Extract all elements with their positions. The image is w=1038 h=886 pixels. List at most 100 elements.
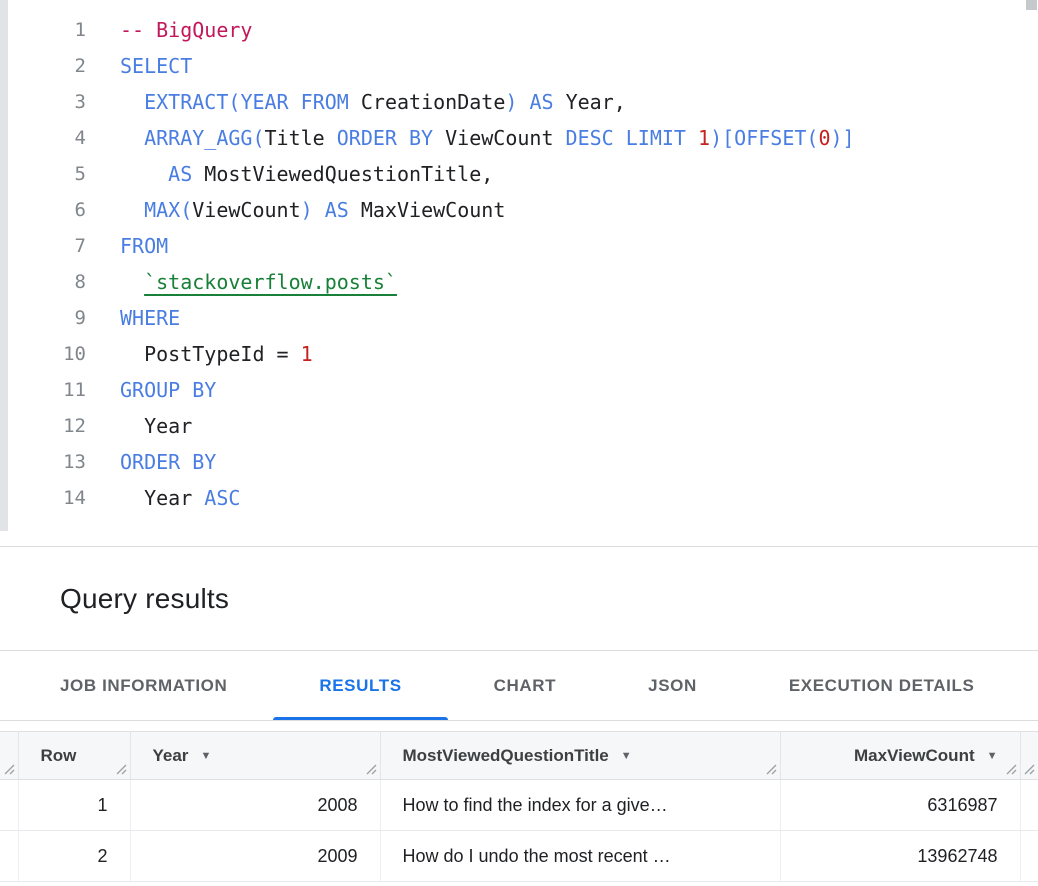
line-number: 9 — [0, 300, 86, 336]
code-line[interactable]: 14 Year ASC — [0, 480, 1038, 516]
code-line[interactable]: 7FROM — [0, 228, 1038, 264]
code-text: MAX(ViewCount) AS MaxViewCount — [86, 192, 505, 228]
code-line[interactable]: 5 AS MostViewedQuestionTitle, — [0, 156, 1038, 192]
code-text: Year ASC — [86, 480, 240, 516]
token-tableref: `stackoverflow.posts` — [144, 270, 397, 294]
code-line[interactable]: 3 EXTRACT(YEAR FROM CreationDate) AS Yea… — [0, 84, 1038, 120]
token-plain — [289, 90, 301, 114]
code-line[interactable]: 4 ARRAY_AGG(Title ORDER BY ViewCount DES… — [0, 120, 1038, 156]
token-plain: ViewCount — [192, 198, 300, 222]
token-kw: WHERE — [120, 306, 180, 330]
sql-editor[interactable]: 1-- BigQuery2SELECT3 EXTRACT(YEAR FROM C… — [0, 0, 1038, 547]
column-header-mostviewedquestiontitle[interactable]: MostViewedQuestionTitle▼ — [380, 732, 780, 780]
code-line[interactable]: 9 WHERE — [0, 300, 1038, 336]
code-text: SELECT — [86, 48, 192, 84]
column-header-year[interactable]: Year ▼ — [130, 732, 380, 780]
cell-row: 2 — [18, 831, 130, 882]
column-menu-arrow-icon[interactable]: ▼ — [621, 750, 632, 762]
code-line[interactable]: 2 SELECT — [0, 48, 1038, 84]
token-kw: ( — [180, 198, 192, 222]
table-header-row: RowYear▼MostViewedQuestionTitle▼MaxViewC… — [0, 732, 1038, 780]
code-text: EXTRACT(YEAR FROM CreationDate) AS Year, — [86, 84, 626, 120]
tab-json[interactable]: JSON — [602, 651, 743, 720]
query-results-title: Query results — [60, 583, 229, 615]
token-kw: ) — [301, 198, 313, 222]
tab-results[interactable]: RESULTS — [273, 651, 447, 720]
row-overflow-cell — [1020, 831, 1038, 882]
code-text: -- BigQuery — [86, 12, 252, 48]
column-header-maxviewcount[interactable]: MaxViewCount▼ — [780, 732, 1020, 780]
cell-year: 2009 — [130, 831, 380, 882]
cell-year: 2008 — [130, 780, 380, 831]
token-plain: MaxViewCount — [349, 198, 506, 222]
table-row[interactable]: 12008How to find the index for a give…63… — [0, 780, 1038, 831]
cell-max-view-count: 6316987 — [780, 780, 1020, 831]
token-kw: )] — [831, 126, 855, 150]
results-table-wrap: RowYear▼MostViewedQuestionTitle▼MaxViewC… — [0, 731, 1038, 882]
token-kw: SELECT — [120, 54, 192, 78]
token-kw: EXTRACT — [144, 90, 228, 114]
token-plain: Year — [120, 486, 204, 510]
token-plain: Year, — [554, 90, 626, 114]
column-menu-arrow-icon[interactable]: ▼ — [200, 750, 211, 762]
token-kw: ) — [505, 90, 517, 114]
code-text: Year — [86, 408, 192, 444]
token-kw: ORDER BY — [337, 126, 433, 150]
code-line[interactable]: 13ORDER BY — [0, 444, 1038, 480]
line-number: 2 — [0, 48, 86, 84]
code-line[interactable]: 1-- BigQuery — [0, 12, 1038, 48]
cell-max-view-count: 13962748 — [780, 831, 1020, 882]
code-line[interactable]: 11 GROUP BY — [0, 372, 1038, 408]
column-resize-handle-icon[interactable] — [366, 764, 377, 775]
code-text: ORDER BY — [86, 444, 216, 480]
token-plain — [517, 90, 529, 114]
column-resize-handle-icon[interactable] — [4, 764, 15, 775]
cell-title: How to find the index for a give… — [380, 780, 780, 831]
code-text: AS MostViewedQuestionTitle, — [86, 156, 493, 192]
token-kw: GROUP BY — [120, 378, 216, 402]
editor-left-gutter-strip — [0, 0, 8, 531]
token-kw: )[ — [710, 126, 734, 150]
table-row[interactable]: 22009How do I undo the most recent …1396… — [0, 831, 1038, 882]
code-line[interactable]: 6 MAX(ViewCount) AS MaxViewCount — [0, 192, 1038, 228]
row-overflow-cell — [1020, 780, 1038, 831]
editor-scrollbar-thumb[interactable] — [1026, 0, 1037, 10]
token-kw: ( — [806, 126, 818, 150]
token-kw: ARRAY_AGG — [144, 126, 252, 150]
code-line[interactable]: 8 `stackoverflow.posts` — [0, 264, 1038, 300]
token-kw: ( — [252, 126, 264, 150]
tab-execution-details[interactable]: EXECUTION DETAILS — [743, 651, 1021, 720]
token-plain — [686, 126, 698, 150]
token-plain — [120, 198, 144, 222]
token-kw: DESC — [566, 126, 614, 150]
code-lines: 1-- BigQuery2SELECT3 EXTRACT(YEAR FROM C… — [0, 12, 1038, 516]
column-resize-handle-icon[interactable] — [766, 764, 777, 775]
column-header-row[interactable]: Row — [18, 732, 130, 780]
token-kw: AS — [325, 198, 349, 222]
results-table-head: RowYear▼MostViewedQuestionTitle▼MaxViewC… — [0, 732, 1038, 780]
column-menu-arrow-icon[interactable]: ▼ — [987, 750, 998, 762]
code-line[interactable]: 10 PostTypeId = 1 — [0, 336, 1038, 372]
token-plain: PostTypeId = — [120, 342, 301, 366]
column-resize-handle-icon[interactable] — [116, 764, 127, 775]
line-number: 3 — [0, 84, 86, 120]
tab-job-information[interactable]: JOB INFORMATION — [14, 651, 273, 720]
token-kw: MAX — [144, 198, 180, 222]
token-plain — [313, 198, 325, 222]
tab-chart[interactable]: CHART — [448, 651, 603, 720]
column-resize-handle-icon[interactable] — [1024, 764, 1035, 775]
column-header-label: Year — [153, 746, 189, 765]
column-header-label: Row — [41, 746, 77, 765]
token-plain — [614, 126, 626, 150]
line-number: 8 — [0, 264, 86, 300]
code-line[interactable]: 12 Year — [0, 408, 1038, 444]
column-resize-handle-icon[interactable] — [1006, 764, 1017, 775]
line-number: 11 — [0, 372, 86, 408]
code-text: PostTypeId = 1 — [86, 336, 313, 372]
token-num: 0 — [818, 126, 830, 150]
token-plain — [120, 126, 144, 150]
token-kw: ASC — [204, 486, 240, 510]
token-plain — [120, 90, 144, 114]
code-text: GROUP BY — [86, 372, 216, 408]
token-num: 1 — [698, 126, 710, 150]
